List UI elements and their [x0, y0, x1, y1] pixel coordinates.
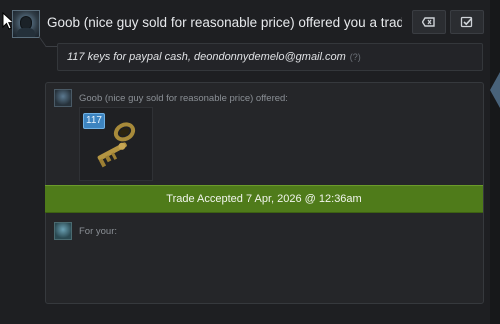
- trade-headline: Goob (nice guy sold for reasonable price…: [47, 15, 402, 30]
- trade-message-text: 117 keys for paypal cash, deondonnydemel…: [67, 50, 361, 64]
- sender-avatar[interactable]: [12, 10, 40, 38]
- avatar-body: [17, 28, 35, 37]
- your-avatar[interactable]: [54, 222, 72, 240]
- offered-label: Goob (nice guy sold for reasonable price…: [79, 93, 288, 104]
- trade-status-banner: Trade Accepted 7 Apr, 2026 @ 12:36am: [45, 185, 483, 213]
- trade-offer-app: Goob (nice guy sold for reasonable price…: [0, 0, 500, 324]
- right-edge-panel: [490, 0, 500, 324]
- decline-icon: [422, 17, 435, 27]
- for-your-label: For your:: [79, 226, 118, 237]
- decline-trade-button[interactable]: [412, 10, 446, 34]
- checkmark-icon: [460, 16, 473, 28]
- trade-message-bubble: 117 keys for paypal cash, deondonnydemel…: [57, 43, 483, 71]
- offerer-avatar[interactable]: [54, 89, 72, 107]
- accept-trade-button[interactable]: [450, 10, 484, 34]
- key-icon: [97, 122, 136, 168]
- offered-item-slot[interactable]: 117: [79, 107, 153, 181]
- trade-message: 117 keys for paypal cash, deondonnydemel…: [67, 51, 346, 63]
- message-help-link[interactable]: (?): [350, 52, 361, 62]
